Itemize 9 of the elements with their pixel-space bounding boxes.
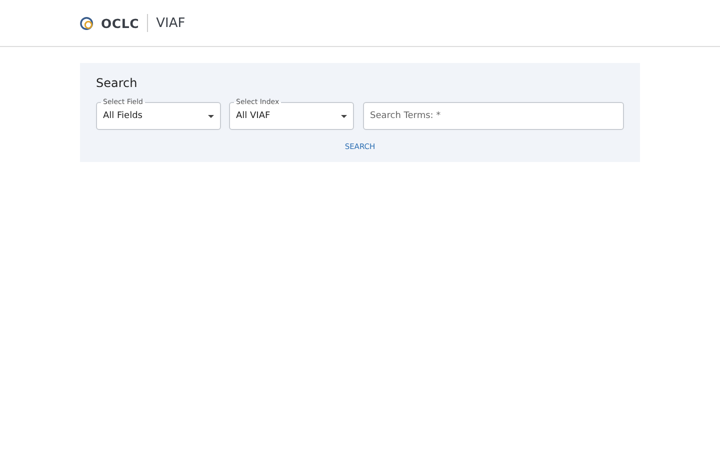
select-value: All VIAF (236, 111, 270, 121)
logo-text: OCLC (101, 16, 140, 30)
caret-icon (341, 114, 347, 118)
logo-icon (80, 16, 95, 30)
product-name: VIAF (156, 16, 186, 30)
panel-title: Search (96, 76, 138, 90)
caret-icon (208, 114, 214, 118)
select-value: All Fields (103, 111, 142, 121)
search-terms-field[interactable]: Search Terms: * (363, 102, 624, 130)
